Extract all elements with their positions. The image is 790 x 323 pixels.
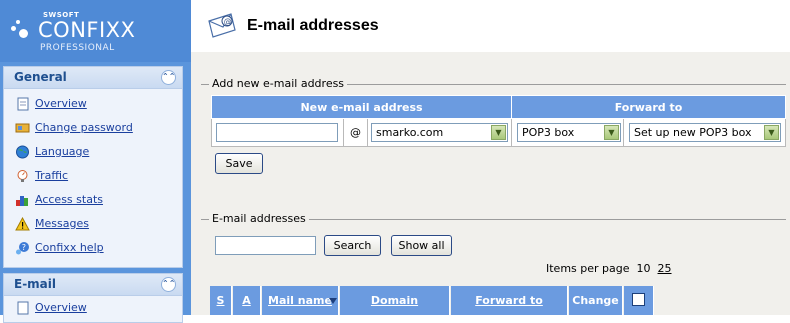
sidebar-item-label[interactable]: Overview xyxy=(35,97,87,110)
sidebar-item-messages[interactable]: Messages xyxy=(4,212,182,236)
document-icon xyxy=(17,97,29,111)
add-email-legend: Add new e-mail address xyxy=(209,77,348,91)
column-a[interactable]: A xyxy=(233,286,261,315)
items-per-page-label: Items per page xyxy=(546,262,630,275)
chevron-down-icon[interactable]: ▼ xyxy=(604,125,619,140)
items-per-page-25-link[interactable]: 25 xyxy=(658,262,672,275)
sidebar-item-access-stats[interactable]: Access stats xyxy=(4,188,182,212)
general-panel-header[interactable]: General ⌃⌃ xyxy=(4,67,182,89)
sidebar-item-label[interactable]: Messages xyxy=(35,217,89,230)
email-icon: @ xyxy=(208,13,236,38)
column-select-all xyxy=(624,286,654,315)
domain-select[interactable]: smarko.com ▼ xyxy=(371,123,508,142)
logo-name: CONFIXX xyxy=(38,18,136,42)
document-icon xyxy=(17,301,29,315)
sidebar-item-label[interactable]: Access stats xyxy=(35,193,103,206)
mail-name-input[interactable] xyxy=(216,123,338,142)
email-panel: E-mail ⌃⌃ Overview xyxy=(3,273,183,323)
collapse-email-icon[interactable]: ⌃⌃ xyxy=(161,277,176,292)
column-change: Change xyxy=(569,286,623,315)
warning-icon xyxy=(15,217,30,231)
main-content: Add new e-mail address New e-mail addres… xyxy=(191,52,790,315)
sidebar-item-overview[interactable]: Overview xyxy=(4,92,182,116)
traffic-gauge-icon xyxy=(17,170,28,182)
sidebar-item-label[interactable]: Language xyxy=(35,145,89,158)
new-address-header: New e-mail address xyxy=(211,95,512,119)
logo-edition: PROFESSIONAL xyxy=(40,43,115,53)
chevron-down-icon[interactable]: ▼ xyxy=(491,125,506,140)
sidebar-item-label[interactable]: Change password xyxy=(35,121,133,134)
sort-down-icon xyxy=(329,298,337,304)
save-button[interactable]: Save xyxy=(215,153,263,174)
logo-mark-icon xyxy=(11,20,37,44)
keys-icon xyxy=(15,123,30,133)
sidebar-item-label[interactable]: Overview xyxy=(35,301,87,314)
sidebar-item-language[interactable]: Language xyxy=(4,140,182,164)
sidebar-item-confixx-help[interactable]: ? Confixx help xyxy=(4,236,182,260)
stats-icon xyxy=(16,196,28,206)
at-sign: @ xyxy=(343,118,368,147)
add-email-table: New e-mail address Forward to @ smarko.c… xyxy=(211,95,786,147)
sidebar-item-label[interactable]: Confixx help xyxy=(35,241,104,254)
show-all-button[interactable]: Show all xyxy=(391,235,452,256)
sidebar-item-change-password[interactable]: Change password xyxy=(4,116,182,140)
email-panel-header[interactable]: E-mail ⌃⌃ xyxy=(4,274,182,296)
forward-type-value: POP3 box xyxy=(522,126,575,139)
select-all-checkbox[interactable] xyxy=(632,293,645,306)
general-panel: General ⌃⌃ Overview Change password Lang… xyxy=(3,66,183,268)
general-panel-title: General xyxy=(14,70,67,84)
sidebar-item-label[interactable]: Traffic xyxy=(35,169,68,182)
items-per-page: Items per page 10 25 xyxy=(546,262,672,275)
globe-icon xyxy=(16,145,29,159)
help-icon: ? xyxy=(16,242,29,255)
column-mail-name[interactable]: Mail name xyxy=(262,286,339,315)
sidebar: SWSOFT CONFIXX PROFESSIONAL General ⌃⌃ O… xyxy=(0,0,191,323)
forward-to-header: Forward to xyxy=(511,95,786,119)
forward-target-value: Set up new POP3 box xyxy=(634,126,752,139)
domain-selected-value: smarko.com xyxy=(376,126,444,139)
svg-text:?: ? xyxy=(22,243,26,252)
sidebar-item-traffic[interactable]: Traffic xyxy=(4,164,182,188)
email-list-legend: E-mail addresses xyxy=(209,212,309,226)
sidebar-item-email-overview[interactable]: Overview xyxy=(4,296,182,320)
forward-target-select[interactable]: Set up new POP3 box ▼ xyxy=(629,123,781,142)
collapse-general-icon[interactable]: ⌃⌃ xyxy=(161,70,176,85)
confixx-logo: SWSOFT CONFIXX PROFESSIONAL xyxy=(0,0,191,62)
search-input[interactable] xyxy=(215,236,316,255)
column-forward-to[interactable]: Forward to xyxy=(451,286,568,315)
items-per-page-current: 10 xyxy=(636,262,651,275)
search-button[interactable]: Search xyxy=(324,235,381,256)
column-domain[interactable]: Domain xyxy=(340,286,450,315)
chevron-down-icon[interactable]: ▼ xyxy=(764,125,779,140)
column-s[interactable]: S xyxy=(210,286,232,315)
page-header: @ E-mail addresses xyxy=(191,0,790,52)
svg-text:@: @ xyxy=(224,17,232,26)
forward-type-select[interactable]: POP3 box ▼ xyxy=(517,123,621,142)
email-panel-title: E-mail xyxy=(14,277,57,291)
page-title: E-mail addresses xyxy=(247,17,379,34)
